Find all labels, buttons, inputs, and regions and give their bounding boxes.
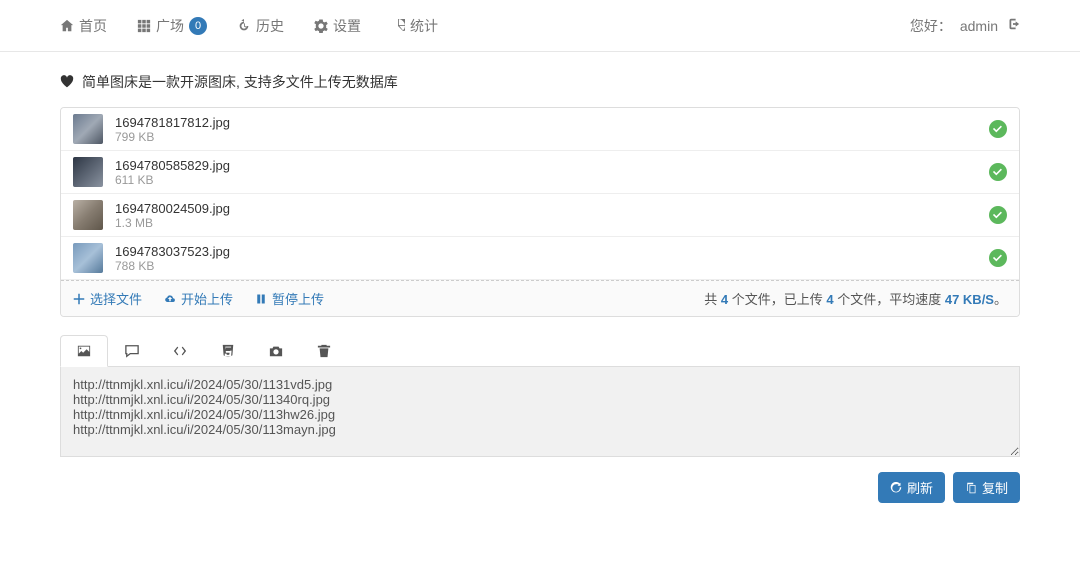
nav-left: 首页 广场 0 历史 设置 统计: [60, 16, 438, 36]
upload-toolbar: 选择文件 开始上传 暂停上传 共 4 个文件，已上传 4 个文件，平均速度 47…: [61, 280, 1019, 316]
trash-icon: [317, 344, 331, 358]
refresh-label: 刷新: [907, 478, 933, 497]
code-icon: [173, 344, 187, 358]
heart-icon: [60, 75, 74, 89]
refresh-button[interactable]: 刷新: [878, 472, 945, 503]
greeting-label: 您好：: [910, 16, 952, 36]
file-info: 1694781817812.jpg 799 KB: [115, 115, 989, 144]
camera-icon: [269, 344, 283, 358]
nav-stats[interactable]: 统计: [391, 16, 438, 36]
tab-markdown[interactable]: [108, 335, 156, 366]
upload-row: 1694780585829.jpg 611 KB: [61, 151, 1019, 194]
nav-home[interactable]: 首页: [60, 16, 107, 36]
navbar: 首页 广场 0 历史 设置 统计 您好： admin: [0, 0, 1080, 52]
file-info: 1694783037523.jpg 788 KB: [115, 244, 989, 273]
url-output[interactable]: [60, 367, 1020, 457]
history-icon: [237, 19, 251, 33]
tagline: 简单图床是一款开源图床, 支持多文件上传无数据库: [60, 72, 1020, 92]
select-files-label: 选择文件: [90, 289, 142, 308]
start-upload-button[interactable]: 开始上传: [164, 289, 233, 308]
success-icon: [989, 163, 1007, 181]
file-name: 1694783037523.jpg: [115, 244, 989, 259]
tab-html[interactable]: [156, 335, 204, 366]
pause-upload-label: 暂停上传: [272, 289, 324, 308]
nav-square[interactable]: 广场 0: [137, 16, 207, 36]
file-thumbnail: [73, 157, 103, 187]
file-thumbnail: [73, 243, 103, 273]
file-size: 611 KB: [115, 173, 989, 187]
file-size: 799 KB: [115, 130, 989, 144]
file-thumbnail: [73, 114, 103, 144]
copy-button[interactable]: 复制: [953, 472, 1020, 503]
username-link[interactable]: admin: [960, 18, 998, 34]
grid-icon: [137, 19, 151, 33]
cogs-icon: [314, 19, 328, 33]
sign-out-icon: [1006, 17, 1020, 31]
copy-label: 复制: [982, 478, 1008, 497]
tab-image[interactable]: [60, 335, 108, 367]
nav-square-label: 广场: [156, 16, 184, 36]
refresh-icon: [890, 482, 902, 494]
file-name: 1694780024509.jpg: [115, 201, 989, 216]
file-size: 788 KB: [115, 259, 989, 273]
pause-upload-button[interactable]: 暂停上传: [255, 289, 324, 308]
nav-right: 您好： admin: [910, 16, 1020, 36]
pie-chart-icon: [391, 19, 405, 33]
bottom-buttons: 刷新 复制: [60, 472, 1020, 503]
file-name: 1694781817812.jpg: [115, 115, 989, 130]
success-icon: [989, 120, 1007, 138]
upload-summary: 共 4 个文件，已上传 4 个文件，平均速度 47 KB/S。: [704, 289, 1007, 308]
upload-row: 1694783037523.jpg 788 KB: [61, 237, 1019, 280]
comment-icon: [125, 344, 139, 358]
nav-history-label: 历史: [256, 16, 284, 36]
speed-value: 47 KB/S: [945, 292, 994, 307]
file-info: 1694780585829.jpg 611 KB: [115, 158, 989, 187]
upload-row: 1694780024509.jpg 1.3 MB: [61, 194, 1019, 237]
upload-row: 1694781817812.jpg 799 KB: [61, 108, 1019, 151]
html5-icon: [221, 344, 235, 358]
nav-history[interactable]: 历史: [237, 16, 284, 36]
select-files-button[interactable]: 选择文件: [73, 289, 142, 308]
url-format-tabs: [60, 335, 1020, 367]
tab-bbcode[interactable]: [204, 335, 252, 366]
start-upload-label: 开始上传: [181, 289, 233, 308]
file-name: 1694780585829.jpg: [115, 158, 989, 173]
pause-icon: [255, 293, 267, 305]
home-icon: [60, 19, 74, 33]
cloud-upload-icon: [164, 293, 176, 305]
file-info: 1694780024509.jpg 1.3 MB: [115, 201, 989, 230]
plus-icon: [73, 293, 85, 305]
file-size: 1.3 MB: [115, 216, 989, 230]
logout-button[interactable]: [1006, 17, 1020, 34]
tab-delete[interactable]: [300, 335, 348, 366]
toolbar-left: 选择文件 开始上传 暂停上传: [73, 289, 324, 308]
copy-icon: [965, 482, 977, 494]
nav-settings[interactable]: 设置: [314, 16, 361, 36]
square-badge: 0: [189, 17, 207, 35]
tab-camera[interactable]: [252, 335, 300, 366]
nav-home-label: 首页: [79, 16, 107, 36]
done-count: 4: [826, 292, 833, 307]
nav-settings-label: 设置: [333, 16, 361, 36]
success-icon: [989, 206, 1007, 224]
file-thumbnail: [73, 200, 103, 230]
upload-list: 1694781817812.jpg 799 KB 1694780585829.j…: [60, 107, 1020, 317]
nav-stats-label: 统计: [410, 16, 438, 36]
success-icon: [989, 249, 1007, 267]
image-icon: [77, 344, 91, 358]
tagline-text: 简单图床是一款开源图床, 支持多文件上传无数据库: [82, 72, 398, 92]
main-container: 简单图床是一款开源图床, 支持多文件上传无数据库 1694781817812.j…: [0, 52, 1080, 523]
